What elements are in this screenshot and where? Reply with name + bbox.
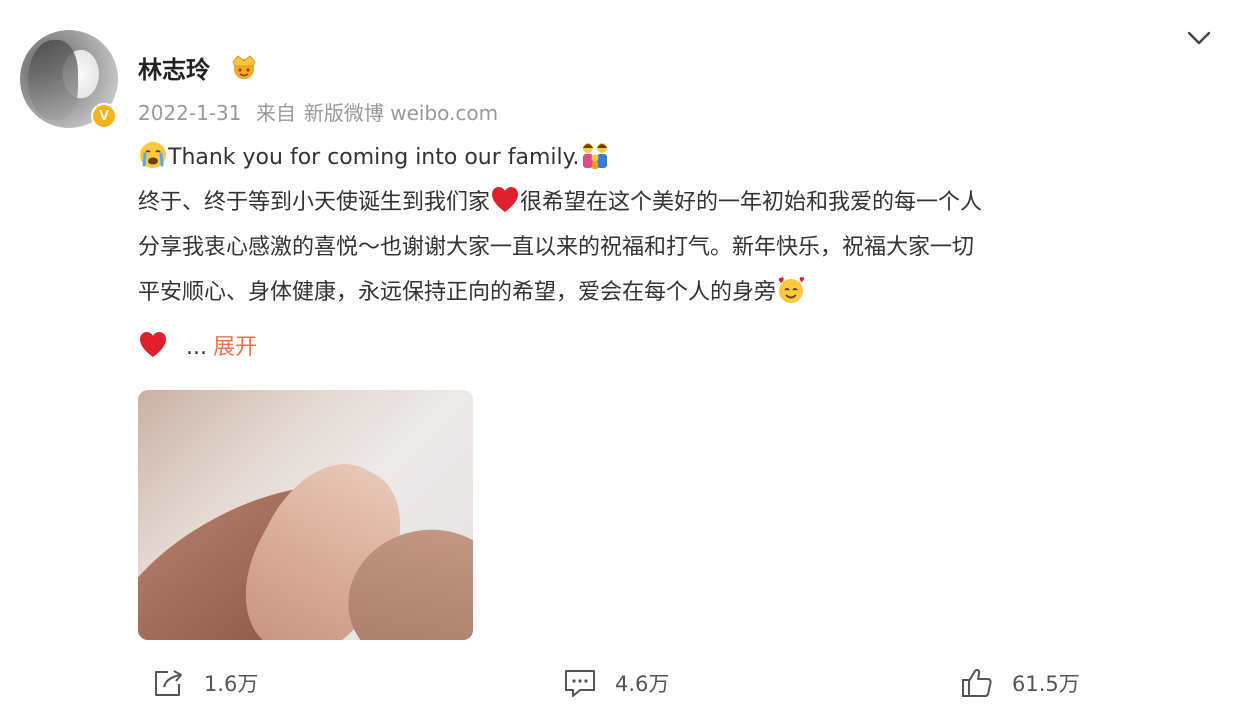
content-line-1: Thank you for coming into our family.	[138, 135, 1223, 180]
comment-icon	[565, 670, 595, 697]
crying-face-icon	[140, 142, 166, 168]
post-source[interactable]: 新版微博 weibo.com	[304, 101, 498, 125]
action-bar: 1.6万 4.6万 61.5万	[0, 663, 1250, 703]
family-icon	[582, 143, 607, 169]
content-text-1: Thank you for coming into our family.	[168, 145, 580, 170]
content-text-4: 平安顺心、身体健康，永远保持正向的希望，爱会在每个人的身旁	[138, 280, 777, 305]
comment-button[interactable]: 4.6万	[563, 663, 669, 703]
content-text-2a: 终于、终于等到小天使诞生到我们家	[138, 190, 491, 215]
repost-icon	[155, 670, 182, 696]
smiling-face-hearts-icon	[778, 276, 805, 303]
repost-button[interactable]: 1.6万	[152, 663, 258, 703]
repost-count: 1.6万	[204, 672, 259, 696]
expand-link[interactable]: 展开	[213, 335, 257, 360]
chevron-down-icon[interactable]	[1184, 26, 1214, 50]
post-content: Thank you for coming into our family. 终于…	[138, 135, 1223, 315]
post-meta: 2022-1-31 来自 新版微博 weibo.com	[138, 97, 506, 126]
content-text-2b: 很希望在这个美好的一年初始和我爱的每一个人	[520, 190, 983, 215]
expand-row: ... 展开	[138, 325, 257, 370]
post-image[interactable]	[138, 390, 473, 640]
ellipsis: ...	[186, 335, 207, 360]
thumbs-up-icon	[962, 669, 992, 697]
red-heart-icon	[140, 332, 166, 357]
post-date[interactable]: 2022-1-31	[138, 101, 242, 125]
red-heart-icon	[492, 187, 519, 212]
comment-count: 4.6万	[615, 672, 670, 696]
source-prefix: 来自	[255, 101, 296, 125]
user-name[interactable]: 林志玲	[138, 50, 210, 85]
like-button[interactable]: 61.5万	[960, 663, 1080, 703]
content-line-3: 分享我衷心感激的喜悦～也谢谢大家一直以来的祝福和打气。新年快乐，祝福大家一切	[138, 235, 975, 260]
content-line-2: 终于、终于等到小天使诞生到我们家 很希望在这个美好的一年初始和我爱的每一个人	[138, 180, 1223, 225]
verified-badge: V	[91, 103, 117, 129]
like-count: 61.5万	[1012, 672, 1080, 696]
content-line-4: 平安顺心、身体健康，永远保持正向的希望，爱会在每个人的身旁	[138, 270, 1223, 315]
crown-emoji-icon	[232, 55, 256, 79]
